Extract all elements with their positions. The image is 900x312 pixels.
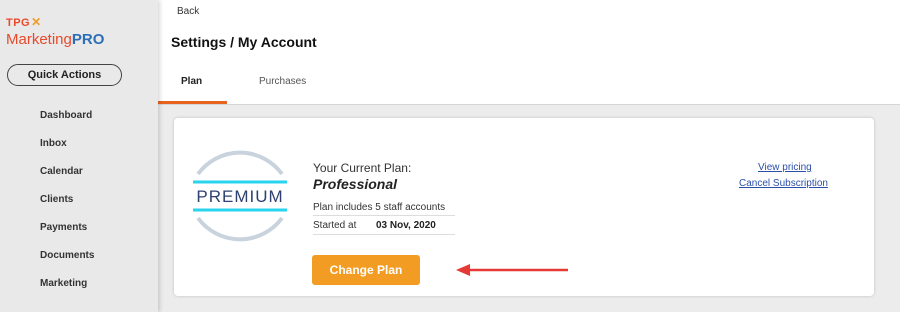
tab-purchases[interactable]: Purchases [259, 76, 306, 87]
plan-card: PREMIUM Your Current Plan: Professional … [174, 118, 874, 296]
sidebar: TPG✕ MarketingPRO Quick Actions Dashboar… [0, 0, 158, 312]
change-plan-button[interactable]: Change Plan [312, 255, 420, 285]
cancel-subscription-link[interactable]: Cancel Subscription [739, 178, 828, 189]
tab-plan[interactable]: Plan [181, 76, 202, 87]
plan-staff-accounts: Plan includes 5 staff accounts [313, 202, 455, 216]
back-link[interactable]: Back [177, 6, 199, 17]
current-plan-name: Professional [313, 176, 398, 192]
sidebar-item-payments[interactable]: Payments [40, 220, 94, 248]
sidebar-item-dashboard[interactable]: Dashboard [40, 108, 94, 136]
tab-bar: Plan Purchases [158, 62, 900, 105]
logo-marketing: Marketing [6, 31, 72, 48]
current-plan-label: Your Current Plan: [313, 161, 412, 175]
sidebar-item-calendar[interactable]: Calendar [40, 164, 94, 192]
divider [313, 234, 455, 235]
logo-x-icon: ✕ [31, 15, 42, 29]
logo-pro: PRO [71, 31, 105, 48]
active-tab-indicator [158, 101, 227, 104]
sidebar-item-inbox[interactable]: Inbox [40, 136, 94, 164]
logo-tpg: TPG [6, 17, 31, 29]
premium-badge: PREMIUM [193, 150, 287, 242]
sidebar-item-clients[interactable]: Clients [40, 192, 94, 220]
quick-actions-button[interactable]: Quick Actions [7, 64, 122, 86]
sidebar-nav: Dashboard Inbox Calendar Clients Payment… [40, 108, 94, 304]
started-at-value: 03 Nov, 2020 [376, 220, 436, 231]
sidebar-item-documents[interactable]: Documents [40, 248, 94, 276]
view-pricing-link[interactable]: View pricing [758, 162, 812, 173]
page-title: Settings / My Account [171, 34, 317, 50]
sidebar-item-marketing[interactable]: Marketing [40, 276, 94, 304]
premium-badge-text: PREMIUM [196, 187, 283, 206]
page-header: Back Settings / My Account [158, 0, 900, 63]
app-logo[interactable]: TPG✕ MarketingPRO [6, 13, 104, 49]
arrow-left-icon [456, 264, 568, 276]
main-content: Back Settings / My Account Plan Purchase… [158, 0, 900, 312]
started-at-label: Started at [313, 220, 357, 231]
